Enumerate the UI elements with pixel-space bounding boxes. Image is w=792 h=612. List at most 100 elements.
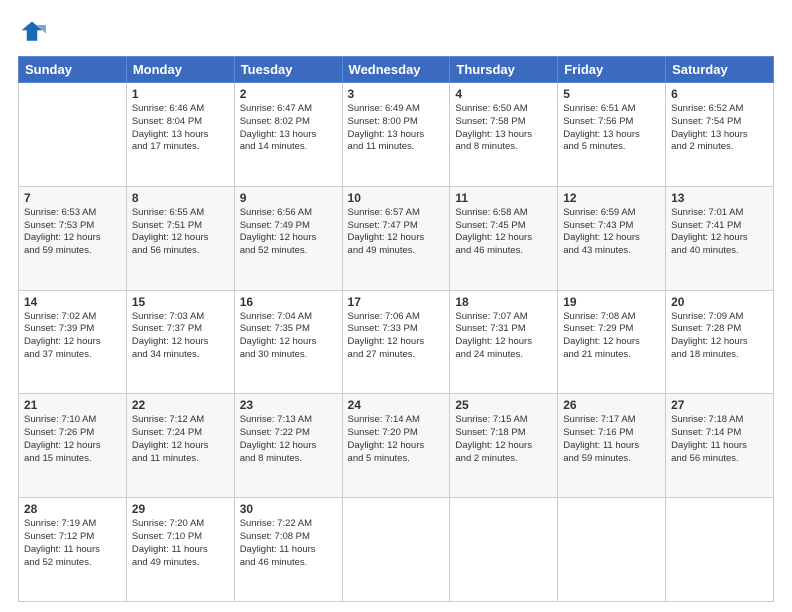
day-info: Sunrise: 7:04 AM Sunset: 7:35 PM Dayligh… (240, 311, 337, 362)
day-number: 19 (563, 295, 660, 309)
day-cell: 26Sunrise: 7:17 AM Sunset: 7:16 PM Dayli… (558, 394, 666, 498)
day-number: 18 (455, 295, 552, 309)
day-cell: 23Sunrise: 7:13 AM Sunset: 7:22 PM Dayli… (234, 394, 342, 498)
day-number: 10 (348, 191, 445, 205)
col-header-sunday: Sunday (19, 57, 127, 83)
day-info: Sunrise: 6:58 AM Sunset: 7:45 PM Dayligh… (455, 207, 552, 258)
day-cell (19, 83, 127, 187)
day-cell: 16 Sunrise: 7:04 AM Sunset: 7:35 PM Dayli… (234, 290, 342, 394)
day-cell: 13 Sunrise: 7:01 AM Sunset: 7:41 PM Dayli… (666, 186, 774, 290)
day-number: 7 (24, 191, 121, 205)
day-info: Sunrise: 6:51 AM Sunset: 7:56 PM Dayligh… (563, 103, 660, 154)
day-info: Sunrise: 7:20 AM Sunset: 7:10 PM Dayligh… (132, 518, 229, 569)
day-number: 2 (240, 87, 337, 101)
day-cell: 2 Sunrise: 6:47 AM Sunset: 8:02 PM Daylig… (234, 83, 342, 187)
day-info: Sunrise: 7:06 AM Sunset: 7:33 PM Dayligh… (348, 311, 445, 362)
day-info: Sunrise: 6:50 AM Sunset: 7:58 PM Dayligh… (455, 103, 552, 154)
day-info: Sunrise: 7:14 AM Sunset: 7:20 PM Dayligh… (348, 414, 445, 465)
day-cell (666, 498, 774, 602)
day-cell (450, 498, 558, 602)
day-number: 21 (24, 398, 121, 412)
header (18, 18, 774, 46)
logo-icon (18, 18, 46, 46)
day-info: Sunrise: 7:15 AM Sunset: 7:18 PM Dayligh… (455, 414, 552, 465)
day-info: Sunrise: 6:49 AM Sunset: 8:00 PM Dayligh… (348, 103, 445, 154)
day-number: 16 (240, 295, 337, 309)
day-cell: 24 Sunrise: 7:14 AM Sunset: 7:20 PM Dayli… (342, 394, 450, 498)
day-number: 4 (455, 87, 552, 101)
day-info: Sunrise: 7:22 AM Sunset: 7:08 PM Dayligh… (240, 518, 337, 569)
day-number: 15 (132, 295, 229, 309)
page: SundayMondayTuesdayWednesdayThursdayFrid… (0, 0, 792, 612)
day-number: 9 (240, 191, 337, 205)
day-cell: 18Sunrise: 7:07 AM Sunset: 7:31 PM Dayli… (450, 290, 558, 394)
day-cell: 29 Sunrise: 7:20 AM Sunset: 7:10 PM Dayli… (126, 498, 234, 602)
day-cell: 25Sunrise: 7:15 AM Sunset: 7:18 PM Dayli… (450, 394, 558, 498)
day-number: 12 (563, 191, 660, 205)
col-header-tuesday: Tuesday (234, 57, 342, 83)
day-number: 29 (132, 502, 229, 516)
week-row-5: 28 Sunrise: 7:19 AM Sunset: 7:12 PM Dayli… (19, 498, 774, 602)
calendar-table: SundayMondayTuesdayWednesdayThursdayFrid… (18, 56, 774, 602)
day-number: 6 (671, 87, 768, 101)
day-info: Sunrise: 6:55 AM Sunset: 7:51 PM Dayligh… (132, 207, 229, 258)
day-number: 22 (132, 398, 229, 412)
day-cell: 10 Sunrise: 6:57 AM Sunset: 7:47 PM Dayli… (342, 186, 450, 290)
col-header-thursday: Thursday (450, 57, 558, 83)
day-cell: 14 Sunrise: 7:02 AM Sunset: 7:39 PM Dayli… (19, 290, 127, 394)
week-row-4: 21Sunrise: 7:10 AM Sunset: 7:26 PM Dayli… (19, 394, 774, 498)
day-cell: 30 Sunrise: 7:22 AM Sunset: 7:08 PM Dayli… (234, 498, 342, 602)
day-info: Sunrise: 6:47 AM Sunset: 8:02 PM Dayligh… (240, 103, 337, 154)
day-info: Sunrise: 6:46 AM Sunset: 8:04 PM Dayligh… (132, 103, 229, 154)
day-cell: 9Sunrise: 6:56 AM Sunset: 7:49 PM Daylig… (234, 186, 342, 290)
day-cell: 27 Sunrise: 7:18 AM Sunset: 7:14 PM Dayli… (666, 394, 774, 498)
day-cell: 21Sunrise: 7:10 AM Sunset: 7:26 PM Dayli… (19, 394, 127, 498)
day-info: Sunrise: 7:03 AM Sunset: 7:37 PM Dayligh… (132, 311, 229, 362)
day-cell (342, 498, 450, 602)
day-info: Sunrise: 7:02 AM Sunset: 7:39 PM Dayligh… (24, 311, 121, 362)
day-info: Sunrise: 7:17 AM Sunset: 7:16 PM Dayligh… (563, 414, 660, 465)
day-number: 11 (455, 191, 552, 205)
day-cell: 12 Sunrise: 6:59 AM Sunset: 7:43 PM Dayli… (558, 186, 666, 290)
day-cell: 19 Sunrise: 7:08 AM Sunset: 7:29 PM Dayli… (558, 290, 666, 394)
day-number: 27 (671, 398, 768, 412)
day-info: Sunrise: 6:53 AM Sunset: 7:53 PM Dayligh… (24, 207, 121, 258)
col-header-monday: Monday (126, 57, 234, 83)
day-cell: 15 Sunrise: 7:03 AM Sunset: 7:37 PM Dayli… (126, 290, 234, 394)
day-cell: 17Sunrise: 7:06 AM Sunset: 7:33 PM Dayli… (342, 290, 450, 394)
day-number: 3 (348, 87, 445, 101)
week-row-3: 14 Sunrise: 7:02 AM Sunset: 7:39 PM Dayli… (19, 290, 774, 394)
day-cell (558, 498, 666, 602)
week-row-1: 1 Sunrise: 6:46 AM Sunset: 8:04 PM Daylig… (19, 83, 774, 187)
day-info: Sunrise: 7:19 AM Sunset: 7:12 PM Dayligh… (24, 518, 121, 569)
col-header-friday: Friday (558, 57, 666, 83)
day-number: 20 (671, 295, 768, 309)
day-cell: 6 Sunrise: 6:52 AM Sunset: 7:54 PM Daylig… (666, 83, 774, 187)
day-number: 14 (24, 295, 121, 309)
day-cell: 7 Sunrise: 6:53 AM Sunset: 7:53 PM Daylig… (19, 186, 127, 290)
day-info: Sunrise: 7:18 AM Sunset: 7:14 PM Dayligh… (671, 414, 768, 465)
col-header-wednesday: Wednesday (342, 57, 450, 83)
col-header-saturday: Saturday (666, 57, 774, 83)
day-info: Sunrise: 7:12 AM Sunset: 7:24 PM Dayligh… (132, 414, 229, 465)
day-number: 30 (240, 502, 337, 516)
logo (18, 18, 50, 46)
header-row: SundayMondayTuesdayWednesdayThursdayFrid… (19, 57, 774, 83)
day-info: Sunrise: 6:57 AM Sunset: 7:47 PM Dayligh… (348, 207, 445, 258)
day-number: 13 (671, 191, 768, 205)
day-cell: 5 Sunrise: 6:51 AM Sunset: 7:56 PM Daylig… (558, 83, 666, 187)
day-cell: 11 Sunrise: 6:58 AM Sunset: 7:45 PM Dayli… (450, 186, 558, 290)
day-number: 28 (24, 502, 121, 516)
day-number: 8 (132, 191, 229, 205)
day-info: Sunrise: 6:52 AM Sunset: 7:54 PM Dayligh… (671, 103, 768, 154)
day-cell: 20Sunrise: 7:09 AM Sunset: 7:28 PM Dayli… (666, 290, 774, 394)
day-number: 5 (563, 87, 660, 101)
day-number: 24 (348, 398, 445, 412)
day-cell: 1 Sunrise: 6:46 AM Sunset: 8:04 PM Daylig… (126, 83, 234, 187)
day-number: 1 (132, 87, 229, 101)
day-info: Sunrise: 7:08 AM Sunset: 7:29 PM Dayligh… (563, 311, 660, 362)
day-info: Sunrise: 7:01 AM Sunset: 7:41 PM Dayligh… (671, 207, 768, 258)
day-info: Sunrise: 6:59 AM Sunset: 7:43 PM Dayligh… (563, 207, 660, 258)
day-number: 23 (240, 398, 337, 412)
day-cell: 8 Sunrise: 6:55 AM Sunset: 7:51 PM Daylig… (126, 186, 234, 290)
